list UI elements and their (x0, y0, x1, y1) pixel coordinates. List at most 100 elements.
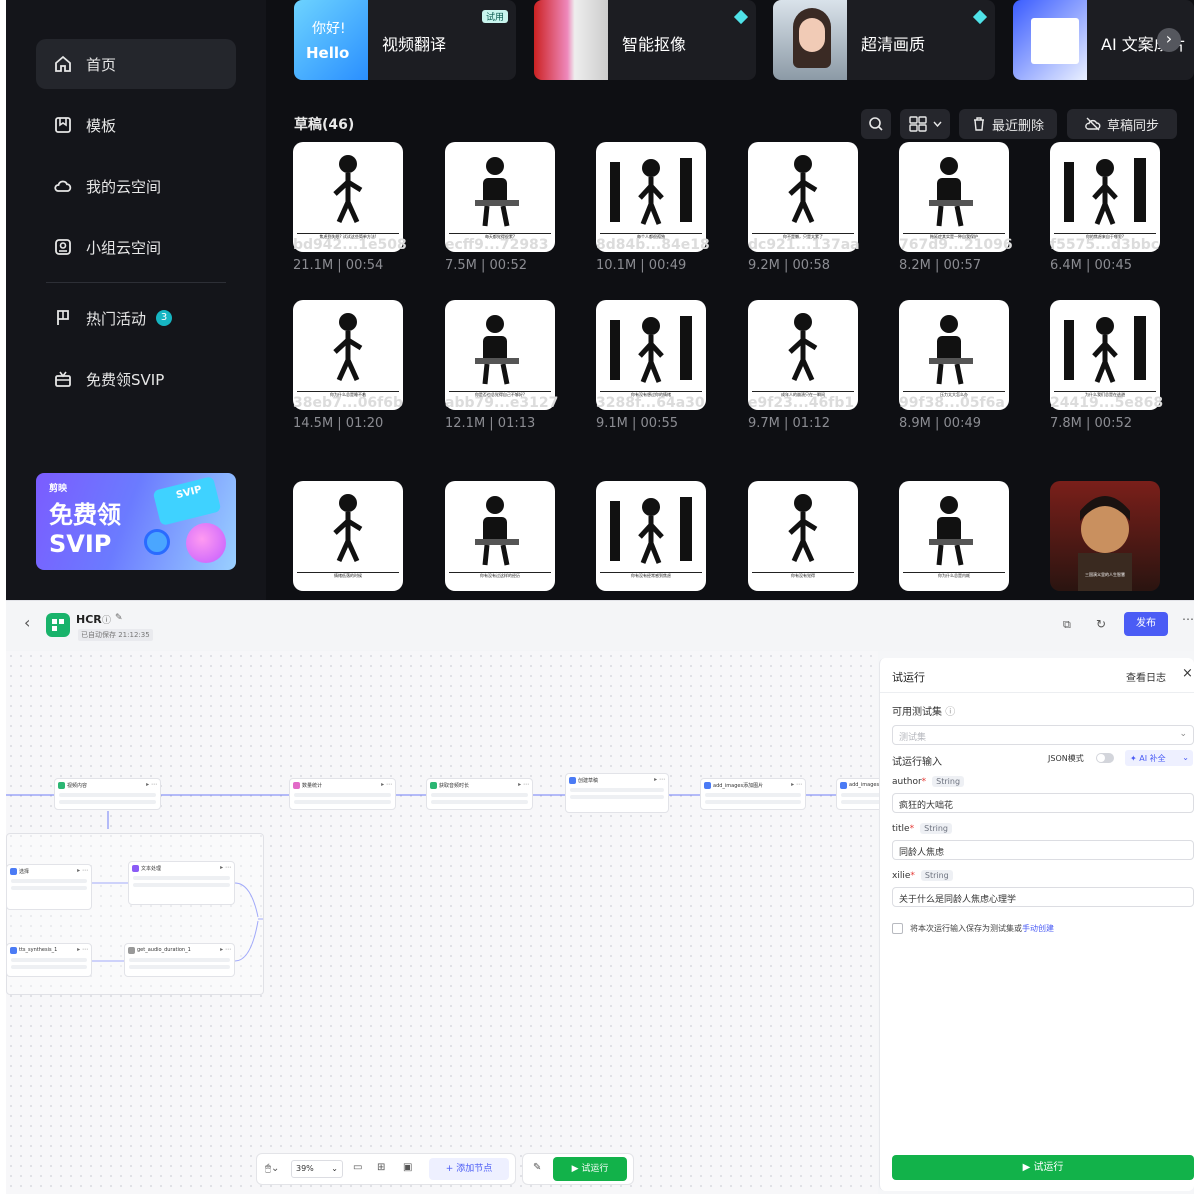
copy-icon[interactable]: ⧉ (1063, 618, 1071, 632)
workflow-node[interactable]: 获取音频时长 ▸ ⋯ (426, 778, 533, 810)
draft-thumbnail[interactable]: 拖延症其实是一种自我保护 (899, 142, 1009, 252)
testset-select[interactable]: 测试集 ⌄ (892, 725, 1194, 745)
node-run-icon[interactable]: ▸ ⋯ (77, 946, 88, 953)
tool-ai-copywriting[interactable]: AI 文案成片 › (1013, 0, 1194, 80)
node-params-row (11, 965, 87, 969)
view-toggle-button[interactable] (900, 109, 950, 139)
save-testset-checkbox[interactable] (892, 923, 903, 934)
search-icon (869, 117, 883, 131)
edit-icon[interactable]: ✎ (115, 613, 123, 623)
close-icon[interactable]: × (1182, 666, 1193, 681)
smart-cutout-thumb (534, 0, 608, 80)
history-icon[interactable]: ↻ (1096, 617, 1106, 631)
sidebar-item-free-svip[interactable]: 免费领SVIP (36, 354, 236, 404)
draft-thumbnail[interactable]: 焦虑到失眠? 试试这些简单方法! (293, 142, 403, 252)
toolbar-run-button[interactable]: ▶ 试运行 (553, 1157, 627, 1181)
layout-icon[interactable]: ⊞ (377, 1162, 385, 1173)
ai-fill-button[interactable]: ✦ AI 补全 ⌄ (1125, 750, 1193, 766)
more-icon[interactable]: ⋯ (1182, 612, 1194, 626)
thumbnail-caption: 三国演义里的人生智慧 (1085, 572, 1125, 577)
json-mode-toggle[interactable] (1096, 753, 1114, 763)
minimap-icon[interactable]: ▣ (403, 1162, 412, 1173)
draft-name: 3288f...64a30 (596, 395, 705, 411)
draft-meta: 9.2M | 00:58 (748, 258, 830, 273)
draft-thumbnail[interactable]: 你有没有经常感到焦虑 (596, 481, 706, 591)
draft-thumbnail[interactable]: 你的焦虑来自于哪里? (1050, 142, 1160, 252)
draft-name: f5575...d3bbc (1050, 237, 1160, 253)
workflow-node[interactable]: 选择 ▸ ⋯ (6, 864, 92, 910)
node-run-icon[interactable]: ▸ ⋯ (146, 781, 157, 788)
panel-run-label: 试运行 (1033, 1162, 1064, 1173)
node-params-row (570, 788, 664, 792)
view-log-link[interactable]: 查看日志 (1126, 669, 1166, 684)
workflow-node[interactable]: 视频内容 ▸ ⋯ (54, 778, 161, 810)
draft-thumbnail[interactable]: 情绪低落的时候 (293, 481, 403, 591)
carousel-next-button[interactable]: › (1157, 28, 1181, 52)
workflow-node[interactable]: 文本处理 ▸ ⋯ (128, 861, 235, 905)
node-run-icon[interactable]: ▸ ⋯ (220, 864, 231, 871)
home-icon (55, 55, 71, 72)
draft-thumbnail[interactable]: 压力太大怎么办 (899, 300, 1009, 410)
svip-promo-banner[interactable]: 剪映 免费领 SVIP SVIP (36, 473, 236, 570)
draft-thumbnail[interactable]: 每天都觉得很累? (445, 142, 555, 252)
field-xilie-input[interactable]: 关于什么是同龄人焦虑心理学 (892, 887, 1194, 907)
draft-thumbnail[interactable]: 成年人的崩溃只在一瞬间 (748, 300, 858, 410)
comment-icon[interactable]: ▭ (353, 1162, 362, 1173)
add-node-button[interactable]: + 添加节点 (429, 1158, 509, 1180)
workflow-node[interactable]: 创建草稿 ▸ ⋯ (565, 773, 669, 813)
node-type-icon (704, 782, 711, 789)
field-author-input[interactable]: 疯狂的大咄花 (892, 793, 1194, 813)
sidebar-item-events[interactable]: 热门活动 3 (36, 293, 236, 343)
workflow-node[interactable]: 数量统计 ▸ ⋯ (289, 778, 396, 810)
field-title-input[interactable]: 同龄人焦虑 (892, 840, 1194, 860)
workflow-node[interactable]: tts_synthesis_1 ▸ ⋯ (6, 943, 92, 977)
sidebar-item-my-cloud[interactable]: 我的云空间 (36, 161, 236, 211)
zoom-select[interactable]: 39% ⌄ (291, 1160, 343, 1178)
draft-thumbnail[interactable]: 每个人都很孤独 (596, 142, 706, 252)
draft-thumbnail[interactable]: 你有没有觉得 (748, 481, 858, 591)
search-button[interactable] (861, 109, 891, 139)
workflow-canvas[interactable]: 视频内容 ▸ ⋯ 数量统计 ▸ ⋯ 获取音频时长 ▸ ⋯ 创建草稿 ▸ ⋯ add_images… (6, 651, 896, 1194)
node-run-icon[interactable]: ▸ ⋯ (381, 781, 392, 788)
node-run-icon[interactable]: ▸ ⋯ (77, 867, 88, 874)
workflow-node[interactable]: get_audio_duration_1 ▸ ⋯ (124, 943, 235, 977)
sidebar-item-team-cloud[interactable]: 小组云空间 (36, 222, 236, 272)
panel-divider (880, 692, 1194, 693)
tool-hd-quality[interactable]: 超清画质 (773, 0, 995, 80)
workflow-node[interactable]: add_images添加图片 ▸ ⋯ (700, 778, 806, 810)
tool-smart-cutout[interactable]: 智能抠像 (534, 0, 756, 80)
sidebar-item-home[interactable]: 首页 (36, 39, 236, 89)
panel-run-button[interactable]: ▶ 试运行 (892, 1155, 1194, 1180)
field-name: author (892, 777, 922, 787)
tool-video-translate[interactable]: 你好! Hello 视频翻译 试用 (294, 0, 516, 80)
draft-thumbnail[interactable]: 你为什么总是睡不着 (293, 300, 403, 410)
recent-delete-button[interactable]: 最近删除 (959, 109, 1057, 139)
draft-thumbnail[interactable]: 你是否也总觉得自己不够好? (445, 300, 555, 410)
debug-icon[interactable]: ✎ (533, 1162, 541, 1173)
draft-thumbnail[interactable]: 你有没有过这样的经历 (445, 481, 555, 591)
field-author-label: author* String (892, 776, 965, 787)
sidebar-item-label: 热门活动 (86, 309, 147, 328)
sidebar-item-template[interactable]: 模板 (36, 100, 236, 150)
draft-thumbnail[interactable]: 你不是懒，只是太累了 (748, 142, 858, 252)
promo-brand: 剪映 (49, 484, 68, 494)
back-button[interactable]: ‹ (24, 613, 30, 632)
draft-thumbnail[interactable]: 你有没有想过你的情绪 (596, 300, 706, 410)
node-run-icon[interactable]: ▸ ⋯ (220, 946, 231, 953)
node-run-icon[interactable]: ▸ ⋯ (791, 781, 802, 788)
node-run-icon[interactable]: ▸ ⋯ (518, 781, 529, 788)
draft-thumbnail[interactable]: 你为什么总是内耗 (899, 481, 1009, 591)
draft-thumbnail[interactable]: 三国演义里的人生智慧 (1050, 481, 1160, 591)
draft-sync-button[interactable]: 草稿同步 (1067, 109, 1177, 139)
draft-name: 38eb7...06f6b (293, 395, 404, 411)
node-run-icon[interactable]: ▸ ⋯ (654, 776, 665, 783)
type-tag: String (932, 776, 965, 787)
mouse-mode-icon[interactable]: 🖱︎⌄ (265, 1163, 279, 1174)
publish-button[interactable]: 发布 (1124, 612, 1168, 636)
type-tag: String (920, 823, 952, 834)
thumbnail-caption: 你有没有经常感到焦虑 (600, 572, 702, 588)
flag-icon (57, 310, 69, 325)
draft-thumbnail[interactable]: 为什么我们总是在逃避 (1050, 300, 1160, 410)
info-icon[interactable]: ⓘ (102, 613, 111, 626)
manual-create-link[interactable]: 手动创建 (1022, 924, 1054, 933)
